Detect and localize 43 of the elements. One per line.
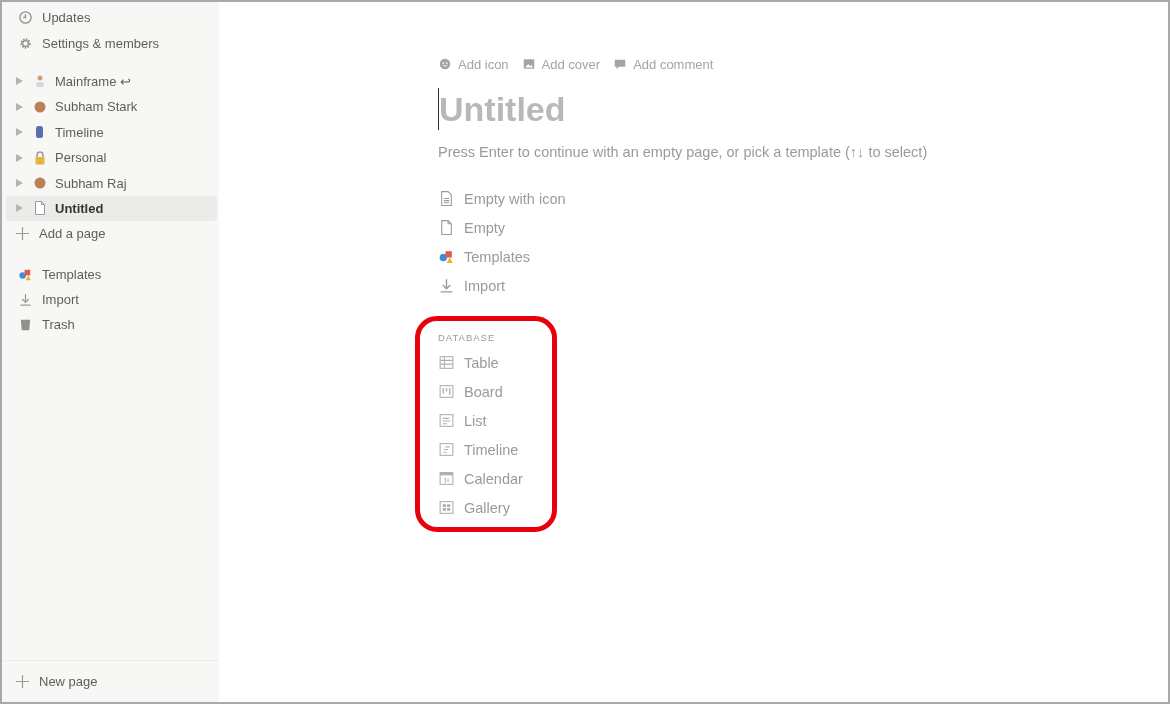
sidebar-item[interactable]: Trash: [2, 312, 219, 338]
comment-icon: [613, 57, 628, 71]
board-icon: [438, 383, 455, 400]
timeline-icon: [438, 441, 455, 458]
list-icon: [438, 412, 455, 429]
table-icon: [438, 354, 455, 371]
sidebar-item[interactable]: Updates: [2, 5, 219, 31]
expand-triangle-icon[interactable]: [16, 204, 23, 213]
image-icon: [521, 57, 536, 71]
hint-text: Press Enter to continue with an empty page, or pick a template (↑↓ to select): [438, 144, 929, 160]
sidebar-item[interactable]: Import: [2, 286, 219, 313]
plus-icon: [16, 675, 29, 688]
page-item[interactable]: Subham Raj: [6, 170, 217, 196]
new-page-button[interactable]: New page: [2, 660, 219, 702]
sidebar-item[interactable]: Settings & members: [2, 30, 219, 56]
expand-triangle-icon[interactable]: [16, 179, 23, 188]
plus-icon: [16, 227, 29, 241]
expand-triangle-icon[interactable]: [16, 77, 23, 86]
add-page-button[interactable]: Add a page: [2, 221, 219, 247]
page-item[interactable]: Untitled: [6, 195, 217, 222]
page-item[interactable]: Timeline: [6, 119, 217, 145]
page-icon: [438, 219, 455, 236]
return-symbol: ↩: [120, 73, 132, 89]
clock-icon: [18, 10, 33, 26]
page-lines-icon: [438, 190, 455, 207]
section-heading: DATABASE: [438, 330, 497, 345]
templates-icon: [438, 248, 455, 265]
download-icon: [438, 277, 455, 294]
download-icon: [18, 292, 33, 308]
trash-icon: [18, 317, 33, 333]
expand-triangle-icon[interactable]: [16, 153, 23, 162]
page-item[interactable]: Personal: [6, 144, 217, 171]
expand-triangle-icon[interactable]: [16, 102, 23, 111]
page-title-field[interactable]: Untitled: [439, 88, 839, 130]
gallery-icon: [438, 499, 455, 516]
page-icon: [32, 200, 48, 217]
calendar-icon: [438, 470, 455, 487]
smiley-icon: [438, 57, 452, 71]
expand-triangle-icon[interactable]: [16, 128, 23, 137]
sidebar-item[interactable]: Templates: [2, 261, 219, 287]
page-item[interactable]: Subham Stark: [6, 94, 217, 120]
gear-icon: [18, 35, 33, 51]
page-item[interactable]: Mainframe ↩: [6, 68, 217, 95]
